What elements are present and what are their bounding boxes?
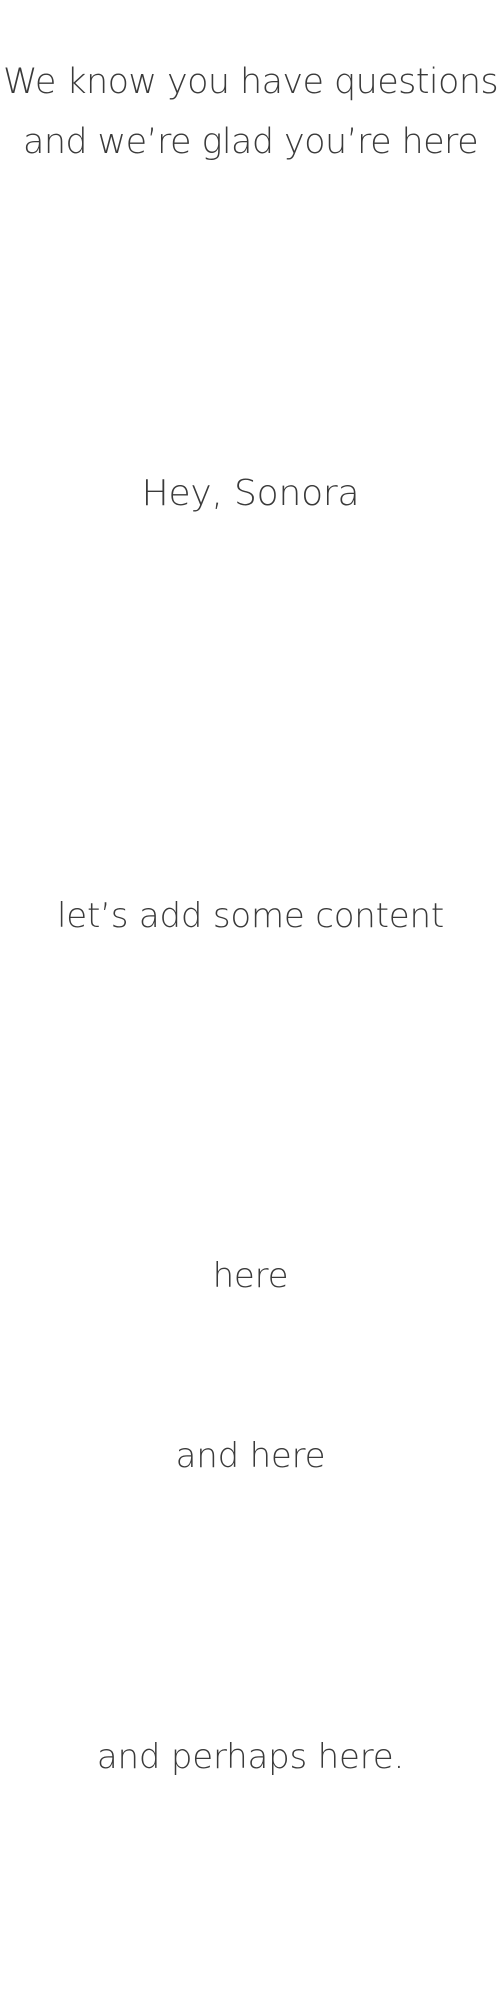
page-heading: We know you have questions and we’re gla… [0, 52, 501, 172]
heading-line-1: We know you have questions [2, 62, 499, 102]
placeholder-and-here-text: and here [175, 1436, 326, 1476]
placeholder-here-text: here [212, 1256, 289, 1296]
placeholder-perhaps-here-text: and perhaps here. [96, 1737, 405, 1777]
greeting-text: Hey, Sonora [141, 473, 360, 514]
content-prompt-text: let’s add some content [57, 896, 444, 936]
heading-line-2: and we’re glad you’re here [22, 122, 479, 162]
